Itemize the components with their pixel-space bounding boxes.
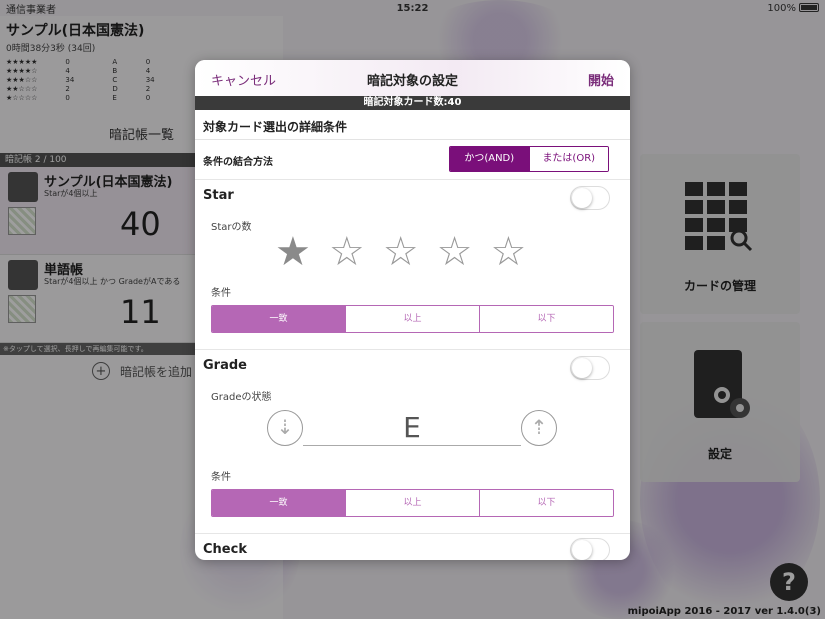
combine-method-segment: かつ(AND) または(OR)	[449, 146, 609, 172]
start-button[interactable]: 開始	[588, 70, 614, 89]
star-condition-block: Star Starの数 ★ ☆ ☆ ☆ ☆ 条件 一致 以上 以下	[195, 180, 630, 350]
star-toggle[interactable]	[570, 186, 610, 210]
arrow-down-icon[interactable]: ⇣	[267, 410, 303, 446]
combine-method-label: 条件の結合方法	[203, 157, 273, 168]
check-toggle[interactable]	[570, 538, 610, 560]
star-rating-picker: ★ ☆ ☆ ☆ ☆	[275, 232, 526, 272]
star-icon[interactable]: ★	[275, 232, 311, 272]
star-cond-label: 条件	[211, 288, 231, 299]
combine-method-row: 条件の結合方法 かつ(AND) または(OR)	[195, 140, 630, 180]
cond-lte-option[interactable]: 以下	[479, 490, 613, 516]
combine-or-option[interactable]: または(OR)	[528, 147, 608, 171]
battery-icon	[799, 3, 819, 12]
check-condition-block: Check	[195, 534, 630, 560]
status-bar: 通信事業者 15:22 100%	[0, 0, 825, 16]
cond-lte-option[interactable]: 以下	[479, 306, 613, 332]
dialog-header: キャンセル 暗記対象の設定 開始	[195, 60, 630, 96]
cond-gte-option[interactable]: 以上	[345, 306, 479, 332]
dialog-title: 暗記対象の設定	[366, 74, 458, 89]
star-icon[interactable]: ☆	[490, 232, 526, 272]
grade-cond-label: 条件	[211, 472, 231, 483]
check-condition-title: Check	[203, 542, 247, 557]
grade-condition-block: Grade Gradeの状態 ⇣ E ⇡ 条件 一致 以上 以下	[195, 350, 630, 534]
combine-and-option[interactable]: かつ(AND)	[450, 147, 529, 171]
cond-gte-option[interactable]: 以上	[345, 490, 479, 516]
target-count-bar: 暗記対象カード数:40	[195, 96, 630, 110]
grade-toggle[interactable]	[570, 356, 610, 380]
grade-state-label: Gradeの状態	[211, 392, 272, 403]
cond-equal-option[interactable]: 一致	[212, 490, 345, 516]
cond-equal-option[interactable]: 一致	[212, 306, 345, 332]
star-icon[interactable]: ☆	[329, 232, 365, 272]
star-count-label: Starの数	[211, 222, 252, 233]
star-condition-title: Star	[203, 188, 234, 203]
status-time: 15:22	[396, 2, 429, 14]
star-icon[interactable]: ☆	[383, 232, 419, 272]
grade-condition-title: Grade	[203, 358, 247, 373]
grade-value: E	[303, 410, 521, 446]
arrow-up-icon[interactable]: ⇡	[521, 410, 557, 446]
grade-stepper: ⇣ E ⇡	[267, 410, 557, 450]
grade-condition-segment: 一致 以上 以下	[211, 489, 614, 517]
section-header: 対象カード選出の詳細条件	[195, 110, 630, 140]
star-icon[interactable]: ☆	[437, 232, 473, 272]
star-condition-segment: 一致 以上 以下	[211, 305, 614, 333]
study-target-dialog: キャンセル 暗記対象の設定 開始 暗記対象カード数:40 対象カード選出の詳細条…	[195, 60, 630, 560]
